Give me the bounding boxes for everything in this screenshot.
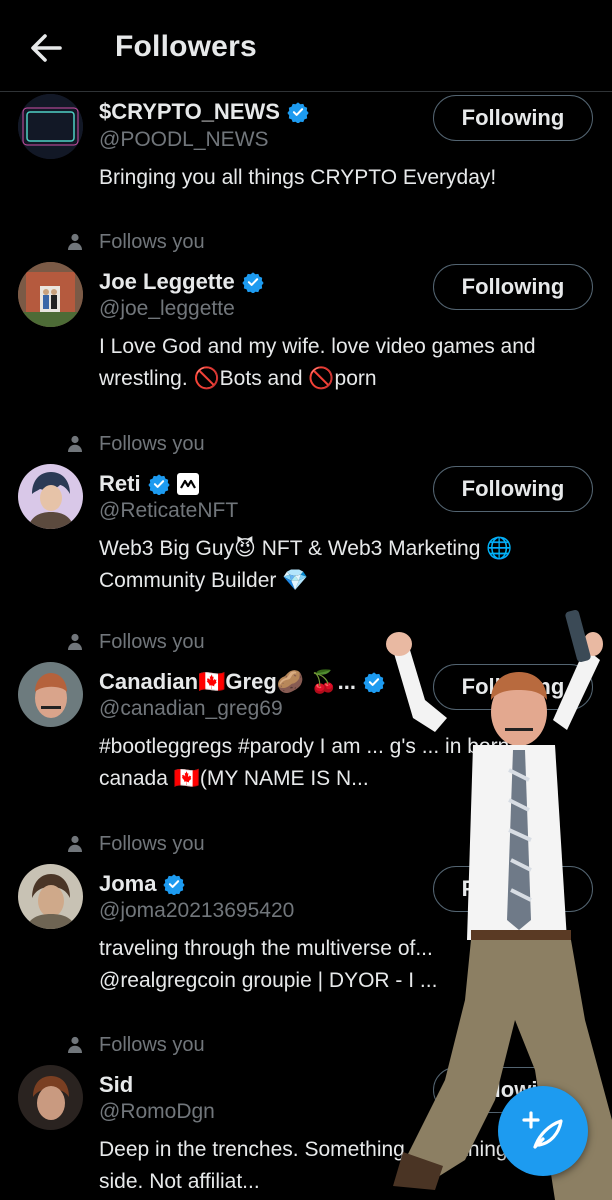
verified-badge-icon [363, 672, 385, 693]
verified-badge-icon [147, 474, 170, 495]
verified-badge-icon [242, 272, 264, 293]
following-button[interactable]: Following [433, 95, 593, 141]
page-title: Followers [115, 30, 257, 63]
compose-plus-feather-icon [522, 1111, 563, 1149]
avatar-photo [18, 864, 83, 929]
follows-you-label: Follows you [99, 1033, 205, 1056]
user-bio: Deep in the trenches. Something somethin… [99, 1138, 555, 1193]
avatar-photo [18, 262, 83, 327]
avatar[interactable] [18, 864, 83, 929]
avatar[interactable] [18, 94, 83, 159]
following-button[interactable]: Following [433, 264, 593, 310]
user-handle: @canadian_greg69 [99, 697, 283, 720]
user-handle: @joma20213695420 [99, 899, 295, 922]
user-name[interactable]: Joma [99, 871, 156, 897]
follows-you-label: Follows you [99, 832, 205, 855]
avatar-photo [18, 662, 83, 727]
person-icon [68, 835, 82, 852]
user-name[interactable]: Canadian🇨🇦Greg🥔 🍒... [99, 669, 356, 695]
user-name[interactable]: Reti [99, 471, 141, 497]
compose-post-button[interactable] [498, 1086, 588, 1176]
user-handle: @ReticateNFT [99, 499, 239, 522]
person-icon [68, 1036, 82, 1053]
person-icon [68, 233, 82, 250]
follows-you-label: Follows you [99, 432, 205, 455]
user-handle: @RomoDgn [99, 1100, 215, 1123]
avatar-illustration [18, 464, 83, 529]
user-name[interactable]: $CRYPTO_NEWS [99, 99, 280, 125]
back-arrow-icon[interactable] [26, 28, 66, 68]
verified-badge-icon [287, 102, 309, 123]
avatar[interactable] [18, 1065, 83, 1130]
user-bio: traveling through the multiverse of... @… [99, 937, 438, 992]
user-bio: Web3 Big Guy😈 NFT & Web3 Marketing 🌐 Com… [99, 537, 513, 592]
user-bio: Bringing you all things CRYPTO Everyday! [99, 166, 497, 189]
user-name[interactable]: Sid [99, 1072, 133, 1098]
avatar[interactable] [18, 662, 83, 727]
user-handle: @POODL_NEWS [99, 128, 269, 151]
follows-you-label: Follows you [99, 230, 205, 253]
person-icon [68, 633, 82, 650]
avatar[interactable] [18, 262, 83, 327]
following-button[interactable]: Following [433, 466, 593, 512]
user-handle: @joe_leggette [99, 297, 235, 320]
following-button[interactable]: Following [433, 866, 593, 912]
person-icon [68, 435, 82, 452]
user-bio: I Love God and my wife. love video games… [99, 335, 536, 390]
affiliate-badge-icon [176, 473, 199, 495]
following-button[interactable]: Following [433, 664, 593, 710]
avatar[interactable] [18, 464, 83, 529]
user-name[interactable]: Joe Leggette [99, 269, 235, 295]
verified-badge-icon [163, 874, 186, 895]
user-bio: #bootleggregs #parody I am ... g's ... i… [99, 735, 510, 790]
crypto-news-logo [18, 94, 83, 159]
top-bar: Followers [0, 0, 612, 92]
follows-you-label: Follows you [99, 630, 205, 653]
avatar-photo [18, 1065, 83, 1130]
